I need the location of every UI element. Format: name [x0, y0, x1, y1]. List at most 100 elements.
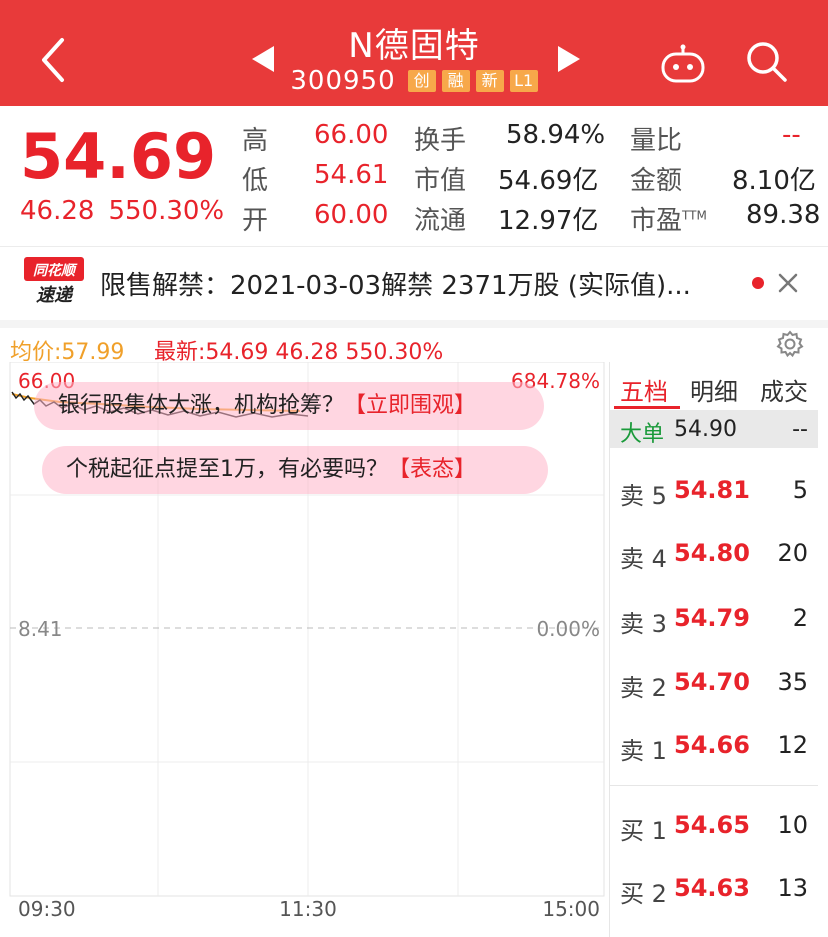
stat-label-volume-ratio: 量比	[630, 126, 683, 156]
promo-pill-2[interactable]: 个税起征点提至1万，有必要吗？【表态】	[42, 446, 548, 494]
x-label-midday: 11:30	[279, 897, 337, 921]
change-amount: 46.28	[20, 196, 95, 226]
stat-value-high: 66.00	[314, 120, 389, 150]
robot-icon	[661, 44, 705, 83]
buy-volume: 10	[777, 811, 808, 839]
news-banner[interactable]: 同花顺 速递 限售解禁：2021-03-03解禁 2371万股 (实际值)...	[0, 247, 828, 319]
quote-panel: 54.69 46.28 550.30% 高 66.00 低 54.61 开 60.…	[0, 106, 828, 246]
stat-label-pe: 市盈TTM	[630, 200, 707, 237]
sell-price: 54.70	[674, 668, 750, 696]
stat-value-turnover: 58.94%	[506, 120, 606, 150]
y-label-mid-right: 0.00%	[536, 617, 600, 641]
sell-volume: 35	[777, 668, 808, 696]
sell-price: 54.79	[674, 604, 750, 632]
chart-frame	[9, 362, 605, 897]
sell-label: 卖 1	[620, 737, 667, 765]
sell-price: 54.81	[674, 476, 750, 504]
stat-value-float: 12.97亿	[498, 206, 599, 236]
sell-label: 卖 2	[620, 674, 667, 702]
change-percent: 550.30%	[108, 196, 225, 226]
stat-label-high: 高	[242, 126, 269, 156]
unread-dot	[751, 275, 765, 294]
order-book-panel: 五档 明细 成交 大单 54.90 -- 卖 5 54.81 5 卖 4 54.…	[609, 362, 818, 937]
triangle-right-icon	[558, 46, 580, 72]
assistant-button[interactable]	[660, 44, 706, 88]
x-label-open: 09:30	[18, 897, 76, 921]
tag-rong: 融	[441, 70, 470, 92]
chart-stats-row: 均价:57.99 最新:54.69 46.28 550.30%	[0, 330, 828, 365]
sell-label: 卖 5	[620, 482, 667, 510]
pe-ttm-sup: TTM	[682, 208, 707, 223]
stat-value-low: 54.61	[314, 160, 389, 190]
sell-volume: 5	[792, 476, 808, 504]
search-button[interactable]	[745, 40, 789, 88]
stat-value-amount: 8.10亿	[732, 166, 816, 196]
stat-value-pe: 89.38	[746, 200, 821, 230]
buy-row-2[interactable]: 买 2 54.63 13	[610, 874, 818, 914]
sell-row-4[interactable]: 卖 4 54.80 20	[610, 539, 818, 579]
buy-label: 买 2	[620, 880, 667, 908]
stat-label-open: 开	[242, 206, 269, 236]
chart-settings-button[interactable]	[776, 330, 804, 362]
logo-text-top: 同花顺	[33, 262, 78, 279]
promo-pill-1-link[interactable]: 【立即围观】	[344, 393, 476, 418]
y-label-mid-left: 8.41	[18, 617, 63, 641]
sell-row-3[interactable]: 卖 3 54.79 2	[610, 604, 818, 644]
sell-label: 卖 4	[620, 545, 667, 573]
sell-price: 54.80	[674, 539, 750, 567]
sell-row-2[interactable]: 卖 2 54.70 35	[610, 668, 818, 708]
current-price: 54.69	[20, 120, 217, 193]
stock-code: 300950	[290, 66, 396, 96]
section-gap	[0, 320, 828, 328]
tab-five-levels[interactable]: 五档	[620, 372, 668, 407]
big-order-vol: --	[792, 417, 808, 442]
big-order-price: 54.90	[674, 417, 737, 442]
close-icon	[778, 273, 798, 293]
search-icon	[747, 42, 787, 82]
active-tab-indicator	[614, 406, 680, 409]
tag-chuang: 创	[407, 70, 436, 92]
news-text: 限售解禁：2021-03-03解禁 2371万股 (实际值)...	[100, 271, 691, 301]
sell-row-5[interactable]: 卖 5 54.81 5	[610, 476, 818, 516]
order-book-tabs: 五档 明细 成交	[610, 362, 818, 410]
big-order-row[interactable]: 大单 54.90 --	[610, 410, 818, 448]
tag-level: L1	[509, 70, 538, 92]
buy-volume: 13	[777, 874, 808, 902]
x-label-close: 15:00	[542, 897, 600, 921]
book-divider	[610, 785, 818, 786]
stat-value-open: 60.00	[314, 200, 389, 230]
stat-label-low: 低	[242, 166, 269, 196]
sell-volume: 2	[792, 604, 808, 632]
buy-price: 54.63	[674, 874, 750, 902]
tab-detail[interactable]: 明细	[690, 372, 738, 407]
close-news-button[interactable]	[776, 267, 800, 303]
stat-value-market-cap: 54.69亿	[498, 166, 599, 196]
stat-label-float: 流通	[414, 206, 467, 236]
pe-label-text: 市盈	[630, 206, 683, 236]
promo-pill-1-text: 银行股集体大涨，机构抢筹？	[58, 393, 345, 418]
buy-label: 买 1	[620, 817, 667, 845]
stat-label-market-cap: 市值	[414, 166, 467, 196]
tab-trades[interactable]: 成交	[760, 372, 808, 407]
promo-pill-2-text: 个税起征点提至1万，有必要吗？	[66, 457, 388, 482]
promo-pill-1[interactable]: 银行股集体大涨，机构抢筹？【立即围观】	[34, 382, 544, 430]
logo-text-bottom: 速递	[36, 285, 74, 306]
promo-pill-2-link[interactable]: 【表态】	[388, 457, 476, 482]
buy-price: 54.65	[674, 811, 750, 839]
tonghuashun-logo: 同花顺 速递	[24, 257, 84, 307]
buy-row-1[interactable]: 买 1 54.65 10	[610, 811, 818, 851]
stat-value-volume-ratio: --	[782, 120, 801, 150]
stat-label-amount: 金额	[630, 166, 683, 196]
tag-xin: 新	[475, 70, 504, 92]
next-stock-button[interactable]	[556, 44, 582, 78]
sell-row-1[interactable]: 卖 1 54.66 12	[610, 731, 818, 771]
sell-volume: 20	[777, 539, 808, 567]
price-change: 46.28 550.30%	[20, 196, 238, 226]
app-header: N德固特 300950 创 融 新 L1	[0, 0, 828, 106]
stat-label-turnover: 换手	[414, 126, 467, 156]
sell-label: 卖 3	[620, 610, 667, 638]
sell-volume: 12	[777, 731, 808, 759]
sell-price: 54.66	[674, 731, 750, 759]
big-order-label: 大单	[620, 422, 665, 447]
gear-icon	[776, 330, 804, 358]
